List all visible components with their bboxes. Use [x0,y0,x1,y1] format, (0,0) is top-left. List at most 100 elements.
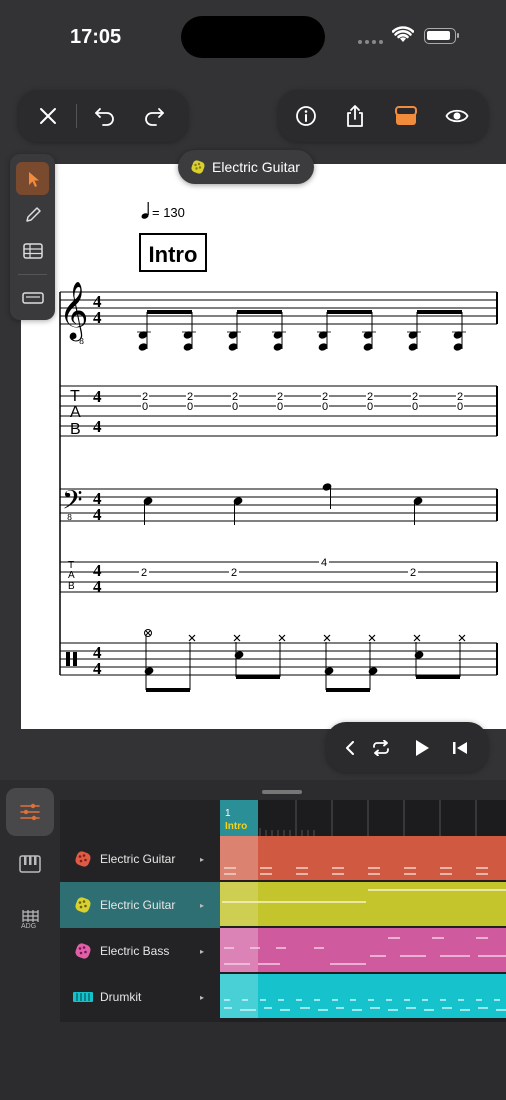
bass-tab-fret-number: 4 [321,557,327,569]
bass-time-signature: 44 [93,489,102,524]
battery-icon [424,28,459,44]
bass-clef-icon: 𝄢 [62,484,83,522]
tool-palette [10,154,55,320]
tab-fret-number: 0 [277,401,283,413]
table-tool-button[interactable] [16,234,49,267]
track-row[interactable]: Electric Guitar ▸ [60,836,220,882]
svg-text:B: B [68,581,75,592]
bass-tab-fret-number: 2 [410,567,416,579]
tab-clef: TAB [70,388,81,438]
track-row[interactable]: Electric Bass ▸ [60,928,220,974]
undo-icon [95,108,114,126]
layout-toggle-button[interactable] [394,104,418,128]
edit-toolbar [18,90,188,142]
tab-fret-number: 0 [187,401,193,413]
svg-text:4: 4 [93,659,102,678]
bar-section-label: Intro [225,821,248,832]
keyboard-icon [21,291,44,304]
play-button[interactable] [410,736,434,760]
svg-text:4: 4 [93,577,102,596]
track-row-selected[interactable]: Electric Guitar ▸ [60,882,220,928]
tempo-text: = 130 [152,205,185,220]
track-menu-arrow-icon[interactable]: ▸ [200,901,220,910]
drum-time-signature: 44 [93,643,102,678]
bass-tab-numbers: 2 2 4 2 [139,557,418,579]
split-layout-icon [395,106,417,125]
svg-text:4: 4 [93,505,102,524]
svg-text:A: A [70,404,81,421]
track-menu-arrow-icon[interactable]: ▸ [200,993,220,1002]
tempo-mark: = 130 [141,202,185,220]
preview-button[interactable] [445,104,469,128]
timeline-ruler[interactable]: 1 Intro [220,800,506,836]
svg-text:8: 8 [79,337,84,346]
tab-fret-number: 0 [367,401,373,413]
playback-controls [326,722,488,772]
drum-staff [60,642,498,676]
svg-text:8: 8 [67,513,72,522]
guitar-notes [137,310,466,351]
undo-button[interactable] [93,104,117,128]
previous-bar-button[interactable] [338,736,362,760]
track-name: Drumkit [100,990,142,1004]
dynamic-island [181,16,325,58]
redo-icon [145,108,164,126]
section-label: Intro [149,242,198,267]
table-icon [22,242,43,259]
track-name: Electric Guitar [100,898,176,912]
svg-text:ADG: ADG [21,923,36,929]
track-lane-guitar-2[interactable] [220,882,506,926]
svg-text:4: 4 [93,308,102,327]
tab-fret-number: 0 [412,401,418,413]
guitar-headstock-icon [75,851,91,867]
pencil-tool-button[interactable] [16,198,49,231]
tab-fret-number: 0 [322,401,328,413]
chord-diagrams-button[interactable]: ADG [6,894,54,942]
bar-marker[interactable]: 1 Intro [220,800,258,836]
share-icon [347,105,363,127]
track-menu-arrow-icon[interactable]: ▸ [200,855,220,864]
pointer-icon [28,171,39,187]
chevron-left-icon [346,741,354,755]
close-button[interactable] [36,104,60,128]
track-row[interactable]: Drumkit ▸ [60,974,220,1020]
close-icon [40,108,56,124]
tab-time-signature: 44 [93,387,102,436]
track-timeline[interactable]: 1 Intro [220,800,506,1022]
bar-number: 1 [225,808,231,819]
info-button[interactable] [294,104,318,128]
track-list: Electric Guitar ▸ Electric Guitar ▸ Elec… [60,800,220,1022]
track-lane-drums[interactable] [220,974,506,1018]
track-lane-guitar-1[interactable] [220,836,506,880]
bass-staff [60,488,498,522]
select-tool-button[interactable] [16,162,49,195]
piano-button[interactable] [6,840,54,888]
current-track-label: Electric Guitar [212,159,300,175]
sliders-icon [20,803,40,821]
score-sheet[interactable]: = 130 Intro 𝄞 8 44 T A B 4 4 2 0 2 0 2 0… [21,164,506,729]
play-icon [416,740,429,756]
bass-tab-fret-number: 2 [231,567,237,579]
svg-text:A: A [68,570,75,581]
track-menu-arrow-icon[interactable]: ▸ [200,947,220,956]
treble-clef-icon: 𝄞 [59,281,89,342]
redo-button[interactable] [142,104,166,128]
current-track-badge[interactable]: Electric Guitar [178,150,314,184]
panel-resize-handle[interactable] [262,790,302,794]
svg-text:B: B [70,421,81,438]
guitar-headstock-icon [191,160,205,174]
chord-diagram-icon: ADG [21,910,39,929]
loop-button[interactable] [369,736,393,760]
keyboard-tool-button[interactable] [16,281,49,314]
share-button[interactable] [343,104,367,128]
svg-text:T: T [70,388,80,405]
view-toolbar [278,90,488,142]
pencil-icon [25,206,41,222]
info-icon [296,106,316,126]
bass-tab-time-signature: 44 [93,561,102,596]
track-lane-bass[interactable] [220,928,506,972]
bass-headstock-icon [75,943,91,959]
drumkit-icon [73,992,93,1002]
mixer-button[interactable] [6,788,54,836]
rewind-to-start-button[interactable] [448,736,472,760]
